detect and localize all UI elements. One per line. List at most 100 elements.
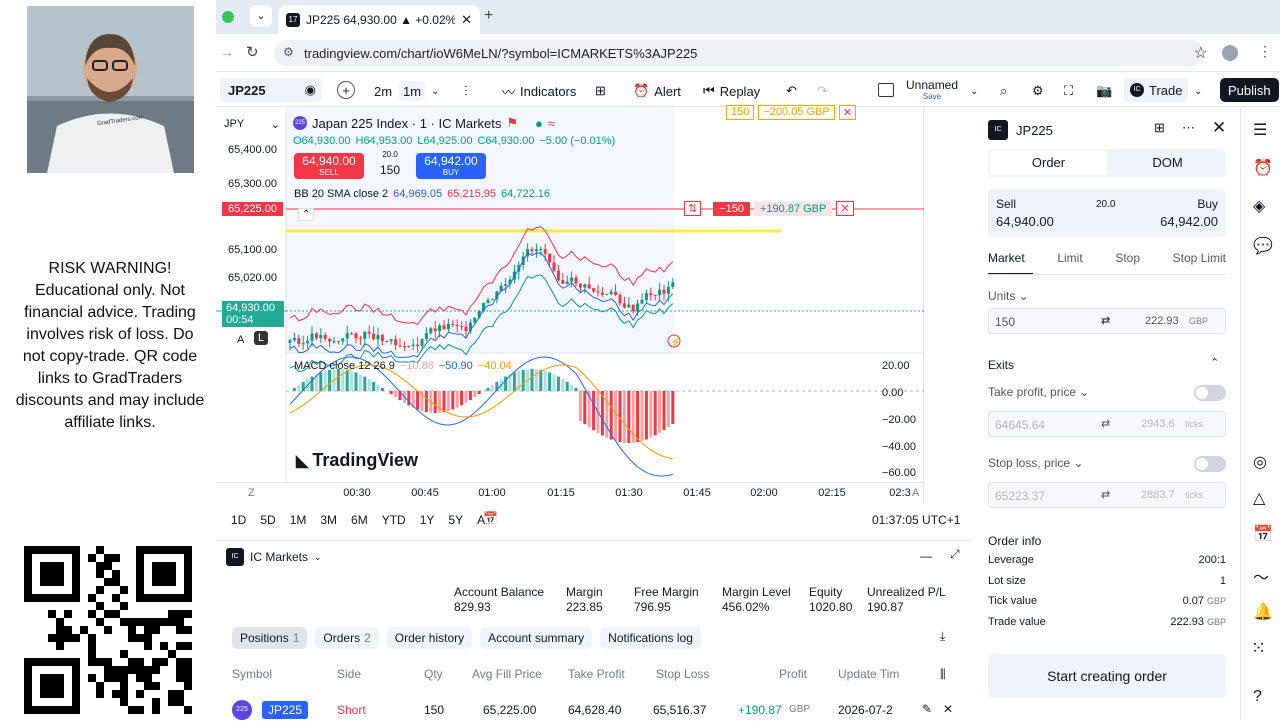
sell-button[interactable]: 64,940.00 SELL bbox=[294, 153, 364, 179]
panel-layout-icon[interactable]: ⊞ bbox=[1154, 120, 1165, 136]
edit-position-icon[interactable]: ✎ bbox=[922, 702, 932, 716]
column-header[interactable]: Symbol bbox=[232, 667, 272, 681]
position-row[interactable]: 225 JP225 Short 150 65,225.00 64,628.40 … bbox=[216, 699, 971, 721]
layers-icon[interactable]: ◈ bbox=[1253, 196, 1265, 216]
interval-dropdown-icon[interactable]: ⌄ bbox=[431, 81, 439, 101]
tp-swap-icon[interactable]: ⇄ bbox=[1101, 417, 1110, 430]
minimize-panel-icon[interactable]: — bbox=[920, 549, 932, 563]
zoom-z[interactable]: Z bbox=[248, 487, 255, 499]
position-close-icon[interactable]: ✕ bbox=[836, 201, 853, 216]
sl-input[interactable]: 65223.37 ⇄ 2883.7 ticks bbox=[988, 482, 1226, 508]
tp-input[interactable]: 64645.64 ⇄ 2943.6 ticks bbox=[988, 411, 1226, 437]
quantity-box[interactable]: 20.0 150 bbox=[368, 150, 412, 177]
browser-menu-icon[interactable]: ⋮ bbox=[1258, 43, 1272, 60]
site-info-icon[interactable]: ⚙ bbox=[283, 45, 294, 59]
layout-name[interactable]: Unnamed Save bbox=[906, 79, 958, 103]
layout-dropdown-icon[interactable]: ⌄ bbox=[970, 81, 978, 101]
window-control-icon[interactable] bbox=[222, 11, 234, 23]
exits-collapse-icon[interactable]: ⌃ bbox=[1210, 356, 1219, 369]
trade-button[interactable]: IC Trade bbox=[1124, 78, 1188, 102]
maximize-panel-icon[interactable]: ⤢ bbox=[950, 547, 960, 562]
templates-icon[interactable]: ⊞ bbox=[595, 81, 606, 101]
exits-heading[interactable]: Exits bbox=[988, 358, 1014, 372]
log-scale-l[interactable]: L bbox=[254, 331, 268, 345]
broker-dropdown-icon[interactable]: ⌄ bbox=[314, 552, 322, 563]
sl-toggle[interactable] bbox=[1194, 456, 1226, 472]
sl-swap-icon[interactable]: ⇄ bbox=[1101, 488, 1110, 501]
panel-more-icon[interactable]: ⋯ bbox=[1182, 120, 1195, 136]
panel-close-icon[interactable]: ✕ bbox=[1212, 118, 1226, 138]
column-header[interactable]: Update Tim bbox=[838, 667, 899, 681]
order-type-market[interactable]: Market bbox=[988, 251, 1025, 265]
tab-order[interactable]: Order bbox=[990, 151, 1107, 175]
column-settings-icon[interactable]: ⫼ bbox=[940, 667, 946, 682]
range-5d[interactable]: 5D bbox=[260, 513, 275, 527]
fullscreen-icon[interactable]: ⛶ bbox=[1064, 81, 1073, 101]
buy-button[interactable]: 64,942.00 BUY bbox=[416, 153, 486, 179]
flag-icon[interactable]: ⚑ bbox=[506, 115, 518, 131]
order-type-stop[interactable]: Stop bbox=[1115, 251, 1140, 265]
quote-box[interactable]: Sell 64,940.00 20.0 Buy 64,942.00 bbox=[988, 189, 1226, 237]
close-position-icon[interactable]: ✕ bbox=[943, 702, 953, 716]
account-tab-orders[interactable]: Orders2 bbox=[315, 627, 378, 649]
redo-icon[interactable]: ↷ bbox=[817, 81, 828, 101]
tp-label[interactable]: Take profit, price ⌄ bbox=[988, 385, 1089, 399]
row-take-profit[interactable]: 64,628.40 bbox=[568, 703, 621, 717]
target-icon[interactable]: ◎ bbox=[1253, 452, 1267, 472]
trade-dropdown-icon[interactable]: ⌄ bbox=[1194, 81, 1202, 101]
start-order-button[interactable]: Start creating order bbox=[988, 654, 1226, 698]
column-header[interactable]: Qty bbox=[424, 667, 443, 681]
sl-label[interactable]: Stop loss, price ⌄ bbox=[988, 456, 1083, 470]
auto-a[interactable]: A bbox=[912, 487, 919, 499]
url-field[interactable]: ⚙ tradingview.com/chart/ioW6MeLN/?symbol… bbox=[274, 40, 1204, 66]
snapshot-camera-icon[interactable]: 📷 bbox=[1096, 81, 1112, 101]
forward-icon[interactable]: → bbox=[220, 44, 234, 60]
row-stop-loss[interactable]: 65,516.37 bbox=[653, 703, 706, 717]
interval-1m[interactable]: 1m bbox=[399, 81, 425, 101]
range-6m[interactable]: 6M bbox=[351, 513, 368, 527]
range-1d[interactable]: 1D bbox=[231, 513, 246, 527]
goto-date-icon[interactable]: 📅 bbox=[483, 511, 498, 525]
range-5y[interactable]: 5Y bbox=[448, 513, 463, 527]
indicators-button[interactable]: 〰 Indicators bbox=[502, 81, 576, 101]
account-tab-order-history[interactable]: Order history bbox=[387, 627, 472, 649]
range-1m[interactable]: 1M bbox=[290, 513, 307, 527]
bookmark-star-icon[interactable]: ☆ bbox=[1194, 43, 1208, 63]
column-header[interactable]: Stop Loss bbox=[656, 667, 709, 681]
symbol-target-icon[interactable]: ◉ bbox=[305, 82, 316, 98]
ideas-icon[interactable]: △ bbox=[1253, 488, 1265, 508]
publish-button[interactable]: Publish bbox=[1220, 78, 1279, 102]
quick-search-icon[interactable]: ⌕ bbox=[1000, 81, 1007, 101]
account-tab-notifications-log[interactable]: Notifications log bbox=[600, 627, 701, 649]
layout-icon[interactable] bbox=[878, 83, 894, 97]
tab-list-chevron-icon[interactable]: ⌄ bbox=[250, 5, 272, 27]
chart-type-icon[interactable]: ⫶ bbox=[464, 81, 468, 101]
reload-icon[interactable]: ↻ bbox=[246, 43, 259, 61]
broker-selector[interactable]: IC IC Markets⌄ bbox=[226, 548, 322, 566]
watchlist-icon[interactable]: ☰ bbox=[1253, 120, 1267, 140]
account-tab-positions[interactable]: Positions1 bbox=[232, 627, 307, 649]
row-symbol[interactable]: JP225 bbox=[262, 701, 308, 719]
new-tab-icon[interactable]: + bbox=[484, 7, 493, 25]
clock-text[interactable]: 01:37:05 UTC+1 bbox=[872, 513, 960, 527]
settings-gear-icon[interactable]: ⚙ bbox=[1032, 81, 1044, 101]
undo-icon[interactable]: ↶ bbox=[786, 81, 797, 101]
auto-scale-a[interactable]: A bbox=[237, 334, 244, 346]
account-tab-account-summary[interactable]: Account summary bbox=[480, 627, 592, 649]
alerts-clock-icon[interactable]: ⏰ bbox=[1253, 158, 1273, 178]
chat-icon[interactable]: 💬 bbox=[1253, 236, 1273, 256]
notifications-bell-icon[interactable]: 🔔 bbox=[1253, 602, 1273, 622]
apps-grid-icon[interactable]: ⁙ bbox=[1251, 638, 1266, 659]
profile-avatar[interactable] bbox=[1222, 45, 1238, 61]
column-header[interactable]: Profit bbox=[779, 667, 807, 681]
alert-button[interactable]: ⏰ Alert bbox=[633, 81, 681, 101]
currency-selector[interactable]: JPY⌄ bbox=[224, 118, 280, 130]
column-header[interactable]: Avg Fill Price bbox=[472, 667, 542, 681]
column-header[interactable]: Side bbox=[337, 667, 361, 681]
export-download-icon[interactable]: ⤓ bbox=[940, 629, 945, 644]
tab-dom[interactable]: DOM bbox=[1109, 149, 1226, 177]
order-type-limit[interactable]: Limit bbox=[1057, 251, 1082, 265]
stream-icon[interactable]: 〜 bbox=[1253, 564, 1269, 588]
range-1y[interactable]: 1Y bbox=[420, 513, 435, 527]
browser-tab[interactable]: 17 JP225 64,930.00 ▲ +0.02% I ✕ bbox=[278, 5, 480, 34]
